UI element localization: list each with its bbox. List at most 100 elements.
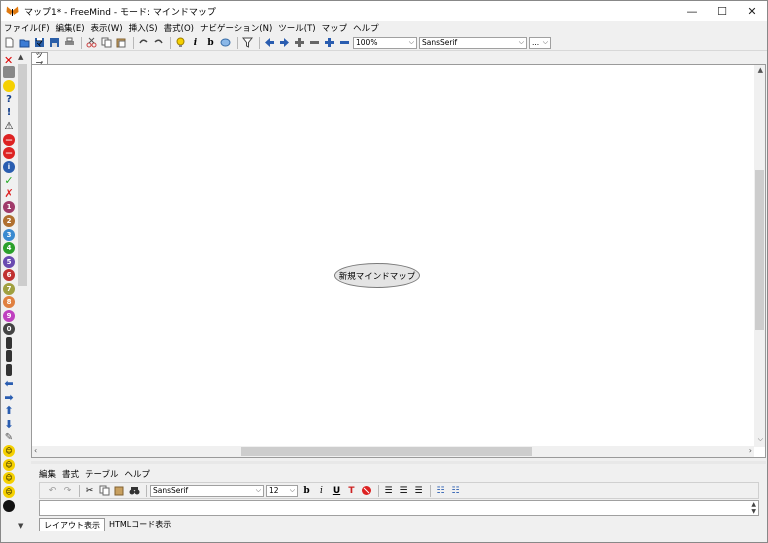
- checkmark-icon[interactable]: ✓: [3, 174, 15, 187]
- save-as-icon[interactable]: [48, 36, 61, 49]
- scroll-down-arrow[interactable]: ⌵: [758, 435, 763, 444]
- warning-icon[interactable]: ⚠: [3, 120, 15, 132]
- arrow-forward-icon[interactable]: ➡: [3, 391, 15, 404]
- underline-button[interactable]: U: [330, 484, 343, 497]
- redo-icon[interactable]: ↷: [61, 484, 74, 497]
- notes-menu-table[interactable]: テーブル: [85, 468, 119, 480]
- font-select[interactable]: SansSerif ⌵: [419, 36, 527, 49]
- text-color-icon[interactable]: T: [345, 484, 358, 497]
- italic-button[interactable]: i: [315, 484, 328, 497]
- canvas-vertical-scrollbar[interactable]: ▲ ⌵: [754, 65, 765, 447]
- bold-b-icon[interactable]: b: [204, 36, 217, 49]
- zoom-select[interactable]: 100% ⌵: [353, 36, 417, 49]
- new-map-icon[interactable]: [3, 36, 16, 49]
- align-left-icon[interactable]: ☰: [382, 484, 395, 497]
- align-right-icon[interactable]: ☰: [412, 484, 425, 497]
- priority-3-icon[interactable]: 3: [3, 228, 15, 241]
- exclamation-icon[interactable]: !: [3, 107, 15, 119]
- notes-font-select[interactable]: SansSerif ⌵: [150, 484, 264, 497]
- tab-layout-view[interactable]: レイアウト表示: [39, 518, 105, 531]
- priority-8-icon[interactable]: 8: [3, 296, 15, 309]
- arrow-left-icon[interactable]: [263, 36, 276, 49]
- tab-html-code-view[interactable]: HTMLコード表示: [105, 518, 175, 531]
- cut-icon[interactable]: [85, 36, 98, 49]
- traffic-light-green-icon[interactable]: [6, 364, 12, 377]
- mindmap-canvas[interactable]: 新規マインドマップ ▲ ⌵ ‹ ›: [31, 64, 766, 458]
- bullet-list-icon[interactable]: ☷: [434, 484, 447, 497]
- cloud-icon[interactable]: [219, 36, 232, 49]
- no-style-icon[interactable]: [360, 484, 373, 497]
- priority-1-icon[interactable]: 1: [3, 201, 15, 214]
- traffic-light-yellow-icon[interactable]: [6, 350, 12, 363]
- menu-map[interactable]: マップ: [322, 22, 348, 34]
- spinner-arrows-icon[interactable]: ▲ ▼: [751, 501, 756, 515]
- trash-icon[interactable]: [3, 66, 15, 78]
- paste-icon[interactable]: [115, 36, 128, 49]
- lightbulb-icon[interactable]: [174, 36, 187, 49]
- priority-0-icon[interactable]: 0: [3, 323, 15, 336]
- italic-i-icon[interactable]: i: [189, 36, 202, 49]
- zoom-in-icon[interactable]: [323, 36, 336, 49]
- menu-insert[interactable]: 挿入(S): [129, 22, 158, 34]
- minus-icon[interactable]: [308, 36, 321, 49]
- priority-4-icon[interactable]: 4: [3, 242, 15, 255]
- filter-icon[interactable]: [241, 36, 254, 49]
- arrow-back-icon[interactable]: ⬅: [3, 377, 15, 390]
- scroll-up-arrow[interactable]: ▲: [18, 53, 23, 61]
- stop-icon[interactable]: —: [3, 133, 15, 146]
- question-icon[interactable]: ?: [3, 93, 15, 105]
- smiley-angry-icon[interactable]: ☹: [3, 485, 15, 498]
- cut-icon[interactable]: ✂: [83, 484, 96, 497]
- root-node[interactable]: 新規マインドマップ: [334, 263, 420, 288]
- notes-menu-format[interactable]: 書式: [62, 468, 79, 480]
- scroll-up-arrow[interactable]: ▲: [758, 66, 763, 74]
- copy-icon[interactable]: [98, 484, 111, 497]
- menu-edit[interactable]: 編集(E): [56, 22, 85, 34]
- canvas-horizontal-scrollbar[interactable]: ‹ ›: [32, 446, 754, 457]
- menu-view[interactable]: 表示(W): [91, 22, 123, 34]
- zoom-out-icon[interactable]: [338, 36, 351, 49]
- binoculars-icon[interactable]: [128, 484, 141, 497]
- open-icon[interactable]: [18, 36, 31, 49]
- paste-icon[interactable]: [113, 484, 126, 497]
- menu-tools[interactable]: ツール(T): [278, 22, 315, 34]
- notes-size-select[interactable]: 12 ⌵: [266, 484, 298, 497]
- font-size-select[interactable]: ... ⌵: [529, 36, 551, 49]
- scroll-left-arrow[interactable]: ‹: [34, 446, 37, 455]
- traffic-light-red-icon[interactable]: [6, 336, 12, 349]
- print-icon[interactable]: [63, 36, 76, 49]
- sidebar-scroll-thumb[interactable]: [18, 64, 27, 286]
- attach-icon[interactable]: ✎: [3, 432, 15, 444]
- priority-6-icon[interactable]: 6: [3, 269, 15, 282]
- smiley-oh-icon[interactable]: ☺: [3, 472, 15, 485]
- canvas-horizontal-thumb[interactable]: [241, 447, 532, 456]
- arrow-right-icon[interactable]: [278, 36, 291, 49]
- close-button[interactable]: ✕: [737, 1, 767, 21]
- arrow-up-icon[interactable]: ⬆: [3, 404, 15, 417]
- menu-file[interactable]: ファイル(F): [4, 22, 50, 34]
- priority-2-icon[interactable]: 2: [3, 215, 15, 228]
- info-icon[interactable]: i: [3, 160, 15, 173]
- canvas-vertical-thumb[interactable]: [755, 170, 764, 330]
- smiley-bad-icon[interactable]: [3, 499, 15, 512]
- undo-icon[interactable]: ↶: [46, 484, 59, 497]
- cross-icon[interactable]: ✗: [3, 187, 15, 200]
- copy-icon[interactable]: [100, 36, 113, 49]
- redo-icon[interactable]: [152, 36, 165, 49]
- notes-menu-help[interactable]: ヘルプ: [125, 468, 151, 480]
- notes-editor[interactable]: ▲ ▼: [39, 500, 759, 516]
- smiley-happy-icon[interactable]: ☺: [3, 445, 15, 458]
- smiley-neutral-icon[interactable]: ☺: [3, 458, 15, 471]
- menu-help[interactable]: ヘルプ: [353, 22, 379, 34]
- bold-button[interactable]: b: [300, 484, 313, 497]
- no-entry-icon[interactable]: —: [3, 147, 15, 160]
- scroll-right-arrow[interactable]: ›: [749, 446, 752, 455]
- menu-format[interactable]: 書式(O): [164, 22, 194, 34]
- undo-icon[interactable]: [137, 36, 150, 49]
- scroll-down-arrow[interactable]: ▼: [18, 522, 23, 530]
- menu-navigation[interactable]: ナビゲーション(N): [200, 22, 272, 34]
- fold-plus-icon[interactable]: [293, 36, 306, 49]
- maximize-button[interactable]: ☐: [707, 1, 737, 21]
- priority-5-icon[interactable]: 5: [3, 255, 15, 268]
- notes-menu-edit[interactable]: 編集: [39, 468, 56, 480]
